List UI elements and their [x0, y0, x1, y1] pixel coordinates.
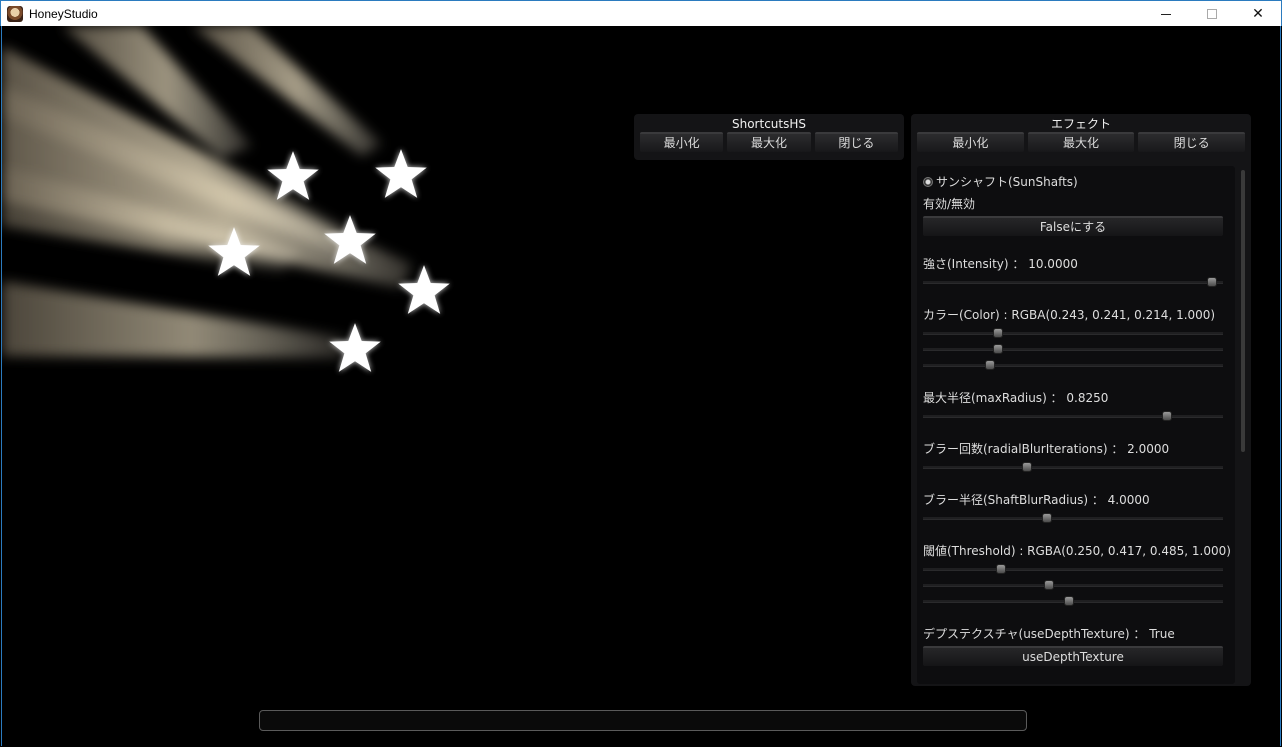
color-g-slider-knob[interactable] [992, 344, 1003, 354]
shortcuts-panel-title: ShortcutsHS [731, 117, 806, 131]
studio-viewport[interactable]: ShortcutsHS 最小化 最大化 閉じる エフェクト 最小化 最大化 閉じ… [1, 26, 1281, 746]
shortcuts-close-button[interactable]: 閉じる [814, 132, 898, 152]
effect-maximize-button[interactable]: 最大化 [1027, 132, 1135, 152]
sunshafts-section[interactable]: サンシャフト(SunShafts) [923, 173, 1078, 190]
shortcuts-button-row: 最小化 最大化 閉じる [634, 132, 904, 152]
blur-iterations-label: ブラー回数(radialBlurIterations) ： 2.0000 [923, 442, 1170, 456]
maximize-icon [1207, 9, 1217, 19]
minimize-window-button[interactable] [1143, 1, 1189, 27]
blur-iterations-slider-knob[interactable] [1021, 462, 1032, 472]
threshold-b-slider[interactable] [923, 596, 1223, 606]
threshold-r-slider[interactable] [923, 564, 1223, 574]
threshold-g-slider[interactable] [923, 580, 1223, 590]
intensity-slider-knob[interactable] [1207, 277, 1218, 287]
effect-close-button[interactable]: 閉じる [1138, 132, 1246, 152]
effect-minimize-button[interactable]: 最小化 [917, 132, 1024, 152]
shortcuts-panel: ShortcutsHS 最小化 最大化 閉じる [634, 114, 904, 160]
color-b-slider[interactable] [923, 360, 1223, 370]
threshold-b-slider-knob[interactable] [1063, 596, 1074, 606]
enable-label: 有効/無効 [923, 197, 976, 211]
color-b-slider-knob[interactable] [985, 360, 996, 370]
app-icon [7, 5, 23, 22]
command-input[interactable] [259, 710, 1027, 731]
sunshafts-section-label: サンシャフト(SunShafts) [936, 175, 1078, 189]
title-bar: HoneyStudio ✕ [0, 0, 1282, 26]
threshold-g-slider-knob[interactable] [1043, 580, 1054, 590]
minimize-icon [1161, 13, 1171, 15]
threshold-r-slider-knob[interactable] [995, 564, 1006, 574]
shortcuts-maximize-button[interactable]: 最大化 [727, 132, 811, 152]
intensity-slider[interactable] [923, 277, 1223, 287]
blur-radius-slider[interactable] [923, 513, 1223, 523]
sunshafts-radio[interactable] [923, 177, 933, 187]
effect-button-row: 最小化 最大化 閉じる [911, 132, 1251, 152]
max-radius-label: 最大半径(maxRadius) ： 0.8250 [923, 391, 1109, 405]
effect-panel-scrollbar[interactable] [1241, 170, 1245, 452]
depth-texture-label: デプステクスチャ(useDepthTexture) ： True [923, 627, 1175, 641]
light-shafts [2, 26, 412, 358]
maximize-window-button[interactable] [1189, 1, 1235, 27]
blur-iterations-slider[interactable] [923, 462, 1223, 472]
blur-radius-label: ブラー半径(ShaftBlurRadius) ： 4.0000 [923, 493, 1150, 507]
color-label: カラー(Color) : RGBA(0.243, 0.241, 0.214, 1… [923, 308, 1216, 322]
threshold-label: 閾値(Threshold) : RGBA(0.250, 0.417, 0.485… [923, 544, 1231, 558]
color-g-slider[interactable] [923, 344, 1223, 354]
max-radius-slider[interactable] [923, 411, 1223, 421]
window-controls: ✕ [1143, 1, 1281, 27]
blur-radius-slider-knob[interactable] [1041, 513, 1052, 523]
close-window-button[interactable]: ✕ [1235, 1, 1281, 27]
effect-panel: エフェクト 最小化 最大化 閉じる サンシャフト(SunShafts) 有効/無… [911, 114, 1251, 686]
window-title: HoneyStudio [29, 6, 98, 21]
intensity-label: 強さ(Intensity) ： 10.0000 [923, 257, 1078, 271]
close-icon: ✕ [1252, 6, 1264, 22]
use-depth-texture-button[interactable]: useDepthTexture [923, 646, 1223, 666]
shortcuts-minimize-button[interactable]: 最小化 [640, 132, 724, 152]
color-r-slider[interactable] [923, 328, 1223, 338]
effect-panel-title: エフェクト [1050, 117, 1111, 131]
effect-settings-scroll[interactable]: サンシャフト(SunShafts) 有効/無効 Falseにする 強さ(Inte… [917, 166, 1235, 684]
color-r-slider-knob[interactable] [993, 328, 1004, 338]
star-6 [329, 323, 381, 372]
max-radius-slider-knob[interactable] [1162, 411, 1173, 421]
star-2 [375, 149, 427, 198]
toggle-false-button[interactable]: Falseにする [923, 216, 1223, 236]
